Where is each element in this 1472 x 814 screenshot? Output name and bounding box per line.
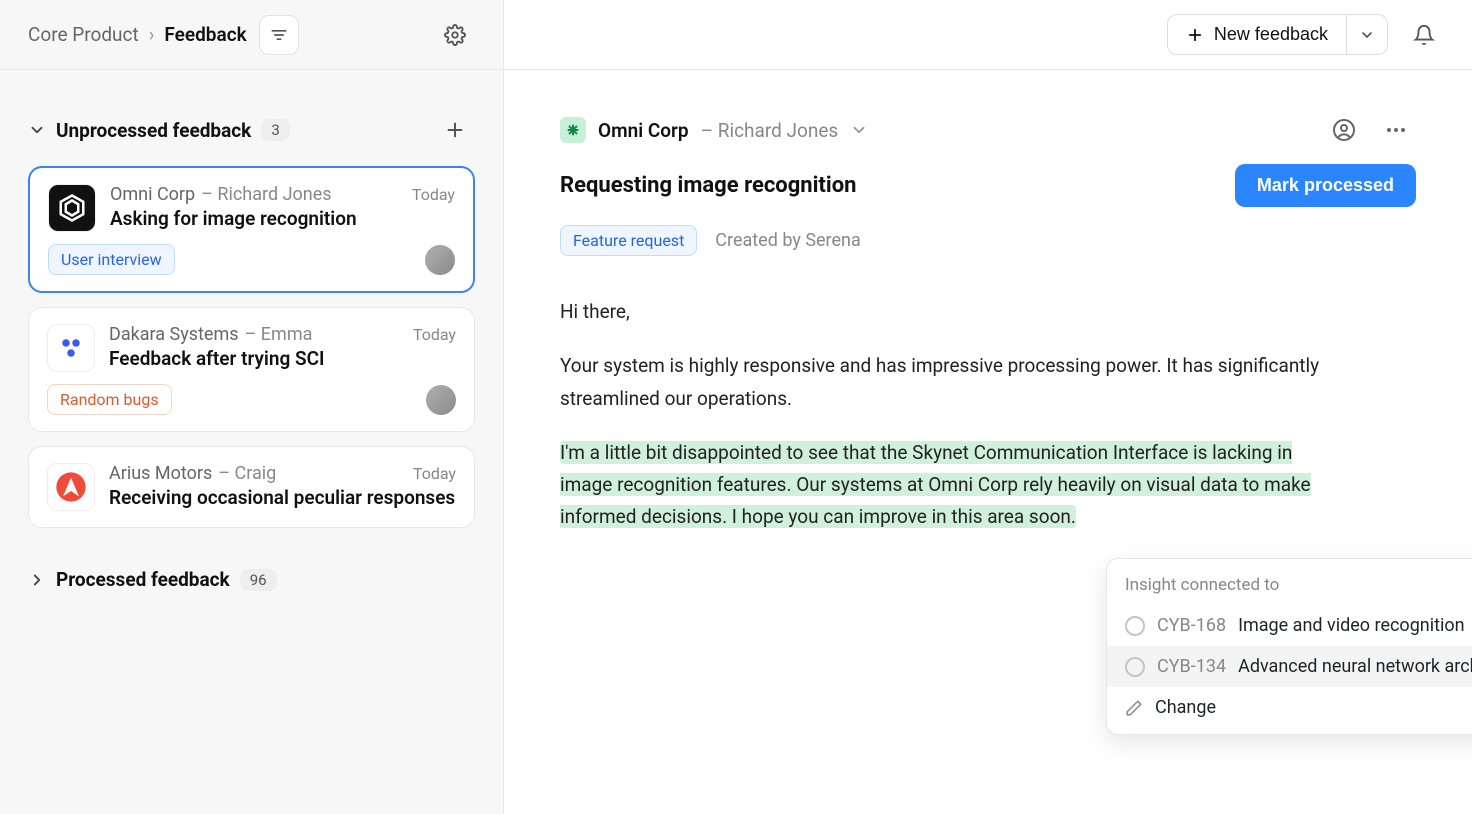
detail-title: Requesting image recognition — [560, 173, 1215, 198]
chevron-down-icon — [28, 121, 46, 139]
card-person: – Emma — [245, 324, 313, 345]
card-tag[interactable]: User interview — [48, 244, 175, 275]
company-logo-omni-mini — [560, 117, 586, 143]
filter-button[interactable] — [259, 15, 299, 55]
detail-person: – Richard Jones — [701, 119, 839, 142]
popover-title: Insight connected to — [1107, 573, 1472, 605]
processed-count-badge: 96 — [240, 569, 277, 591]
created-by: Created by Serena — [715, 230, 860, 251]
plus-icon — [444, 119, 466, 141]
radio-icon — [1125, 616, 1145, 636]
insight-change[interactable]: Change — [1107, 687, 1472, 728]
card-company: Arius Motors — [109, 463, 212, 484]
more-horizontal-icon — [1384, 118, 1408, 142]
plus-icon — [1186, 26, 1204, 44]
card-tag[interactable]: Random bugs — [47, 384, 172, 415]
card-date: Today — [413, 325, 456, 344]
company-logo-omni — [48, 184, 96, 232]
card-title: Asking for image recognition — [110, 207, 455, 230]
breadcrumb-current: Feedback — [164, 23, 246, 46]
chevron-down-icon — [1359, 27, 1375, 43]
body-paragraph: Your system is highly responsive and has… — [560, 350, 1320, 415]
unprocessed-count-badge: 3 — [261, 119, 289, 141]
issue-title: Advanced neural network architecture — [1238, 656, 1472, 677]
card-person: – Richard Jones — [201, 184, 331, 205]
profile-button[interactable] — [1324, 110, 1364, 150]
change-label: Change — [1155, 697, 1216, 718]
section-processed-header[interactable]: Processed feedback 96 — [28, 568, 475, 591]
body-paragraph-highlighted[interactable]: I'm a little bit disappointed to see tha… — [560, 437, 1320, 534]
gear-icon — [444, 24, 466, 46]
new-feedback-button[interactable]: New feedback — [1167, 14, 1347, 55]
card-title: Feedback after trying SCI — [109, 347, 456, 370]
feedback-card[interactable]: Dakara Systems – Emma Today Feedback aft… — [28, 307, 475, 432]
section-title: Processed feedback — [56, 568, 230, 591]
new-feedback-dropdown[interactable] — [1347, 14, 1388, 55]
detail-tag[interactable]: Feature request — [560, 225, 697, 256]
insight-popover: Insight connected to CYB-168 Image and v… — [1106, 558, 1472, 735]
issue-title: Image and video recognition — [1238, 615, 1465, 636]
issue-id: CYB-168 — [1157, 615, 1226, 636]
section-unprocessed-header[interactable]: Unprocessed feedback 3 — [28, 110, 475, 150]
insight-option[interactable]: CYB-168 Image and video recognition — [1107, 605, 1472, 646]
settings-button[interactable] — [435, 15, 475, 55]
add-feedback-button[interactable] — [435, 110, 475, 150]
feedback-card[interactable]: Omni Corp – Richard Jones Today Asking f… — [28, 166, 475, 293]
filter-icon — [269, 25, 289, 45]
issue-id: CYB-134 — [1157, 656, 1226, 677]
new-feedback-label: New feedback — [1214, 24, 1328, 45]
breadcrumb: Core Product › Feedback — [28, 23, 247, 46]
more-button[interactable] — [1376, 110, 1416, 150]
breadcrumb-parent[interactable]: Core Product — [28, 23, 139, 46]
insight-option[interactable]: CYB-134 Advanced neural network architec… — [1107, 646, 1472, 687]
radio-icon — [1125, 657, 1145, 677]
mark-processed-button[interactable]: Mark processed — [1235, 164, 1416, 207]
company-logo-arius — [47, 463, 95, 511]
user-circle-icon — [1332, 118, 1356, 142]
card-person: – Craig — [218, 463, 276, 484]
notifications-button[interactable] — [1404, 15, 1444, 55]
card-company: Omni Corp — [110, 184, 195, 205]
card-date: Today — [413, 464, 456, 483]
card-date: Today — [412, 185, 455, 204]
chevron-down-icon[interactable] — [850, 121, 868, 139]
company-logo-dakara — [47, 324, 95, 372]
section-title: Unprocessed feedback — [56, 119, 251, 142]
feedback-card[interactable]: Arius Motors – Craig Today Receiving occ… — [28, 446, 475, 528]
pencil-icon — [1125, 699, 1143, 717]
assignee-avatar[interactable] — [426, 385, 456, 415]
card-title: Receiving occasional peculiar responses — [109, 486, 456, 509]
assignee-avatar[interactable] — [425, 245, 455, 275]
card-company: Dakara Systems — [109, 324, 239, 345]
chevron-right-icon — [28, 571, 46, 589]
detail-company[interactable]: Omni Corp — [598, 119, 689, 142]
chevron-right-icon: › — [149, 23, 155, 46]
bell-icon — [1413, 24, 1435, 46]
body-paragraph: Hi there, — [560, 296, 1320, 328]
